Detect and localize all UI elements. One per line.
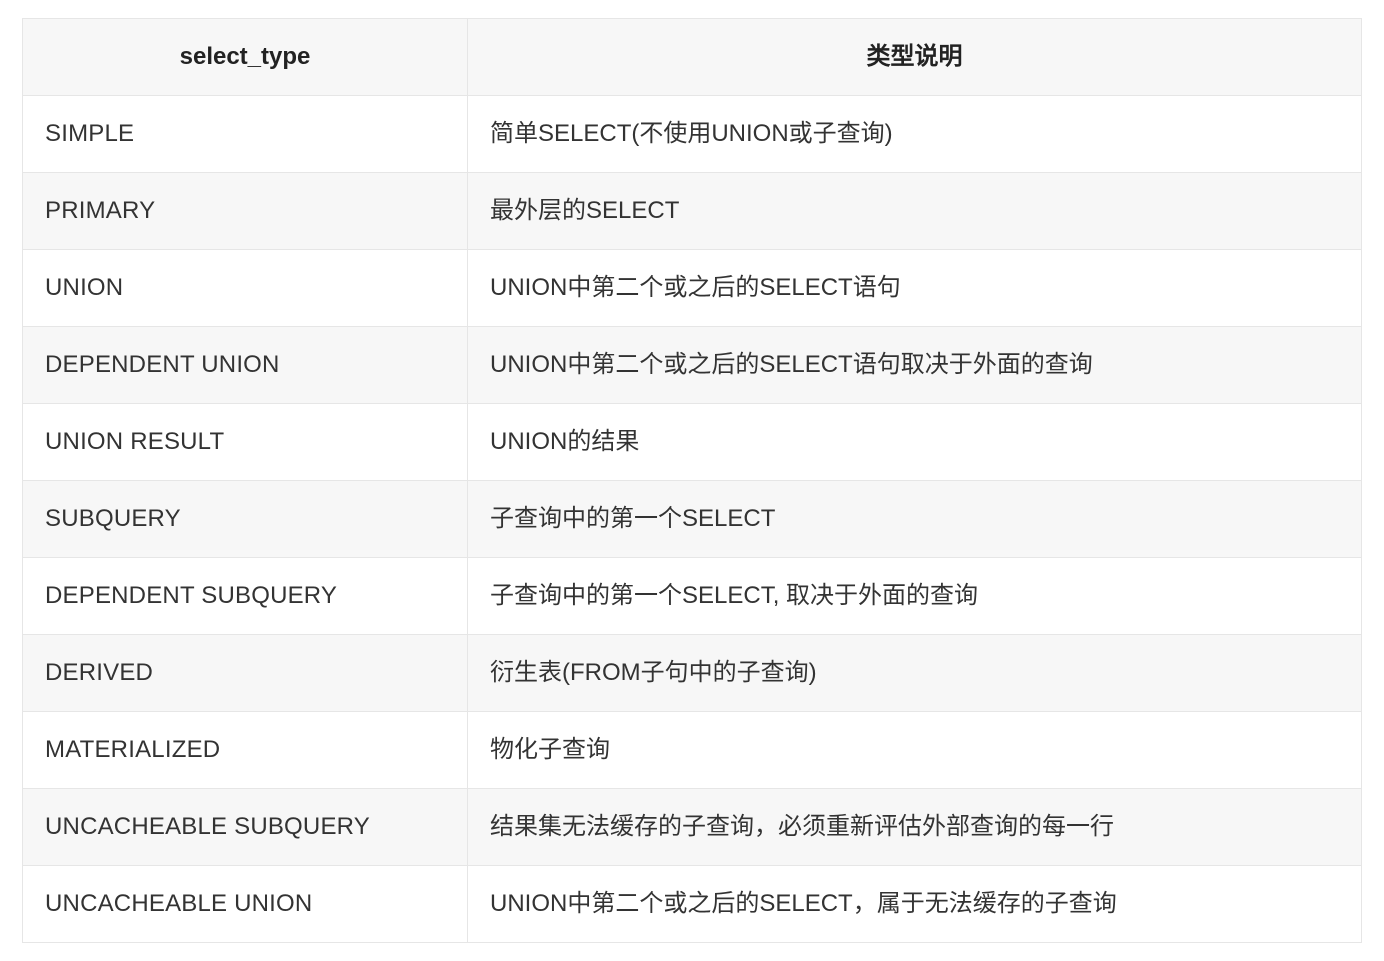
table-header-row: select_type 类型说明 (23, 19, 1362, 96)
cell-select-type: SUBQUERY (23, 481, 468, 558)
cell-desc: UNION的结果 (468, 404, 1362, 481)
cell-select-type: UNION RESULT (23, 404, 468, 481)
table-header-select-type: select_type (23, 19, 468, 96)
cell-desc: 物化子查询 (468, 712, 1362, 789)
table-row: UNION UNION中第二个或之后的SELECT语句 (23, 250, 1362, 327)
table-row: DEPENDENT UNION UNION中第二个或之后的SELECT语句取决于… (23, 327, 1362, 404)
cell-select-type: SIMPLE (23, 96, 468, 173)
cell-select-type: DEPENDENT UNION (23, 327, 468, 404)
cell-desc: 子查询中的第一个SELECT, 取决于外面的查询 (468, 558, 1362, 635)
table-row: MATERIALIZED 物化子查询 (23, 712, 1362, 789)
cell-desc: UNION中第二个或之后的SELECT，属于无法缓存的子查询 (468, 866, 1362, 943)
select-type-table: select_type 类型说明 SIMPLE 简单SELECT(不使用UNIO… (22, 18, 1362, 943)
cell-desc: UNION中第二个或之后的SELECT语句 (468, 250, 1362, 327)
cell-select-type: UNCACHEABLE SUBQUERY (23, 789, 468, 866)
table-row: PRIMARY 最外层的SELECT (23, 173, 1362, 250)
table-row: SIMPLE 简单SELECT(不使用UNION或子查询) (23, 96, 1362, 173)
table-header-desc: 类型说明 (468, 19, 1362, 96)
cell-select-type: UNION (23, 250, 468, 327)
table-row: SUBQUERY 子查询中的第一个SELECT (23, 481, 1362, 558)
cell-select-type: DEPENDENT SUBQUERY (23, 558, 468, 635)
table-row: UNCACHEABLE SUBQUERY 结果集无法缓存的子查询，必须重新评估外… (23, 789, 1362, 866)
table-row: DERIVED 衍生表(FROM子句中的子查询) (23, 635, 1362, 712)
table-row: DEPENDENT SUBQUERY 子查询中的第一个SELECT, 取决于外面… (23, 558, 1362, 635)
cell-desc: 简单SELECT(不使用UNION或子查询) (468, 96, 1362, 173)
cell-select-type: PRIMARY (23, 173, 468, 250)
table-row: UNION RESULT UNION的结果 (23, 404, 1362, 481)
cell-desc: 结果集无法缓存的子查询，必须重新评估外部查询的每一行 (468, 789, 1362, 866)
cell-select-type: MATERIALIZED (23, 712, 468, 789)
cell-select-type: UNCACHEABLE UNION (23, 866, 468, 943)
cell-desc: 最外层的SELECT (468, 173, 1362, 250)
cell-select-type: DERIVED (23, 635, 468, 712)
cell-desc: 子查询中的第一个SELECT (468, 481, 1362, 558)
table-row: UNCACHEABLE UNION UNION中第二个或之后的SELECT，属于… (23, 866, 1362, 943)
cell-desc: 衍生表(FROM子句中的子查询) (468, 635, 1362, 712)
cell-desc: UNION中第二个或之后的SELECT语句取决于外面的查询 (468, 327, 1362, 404)
